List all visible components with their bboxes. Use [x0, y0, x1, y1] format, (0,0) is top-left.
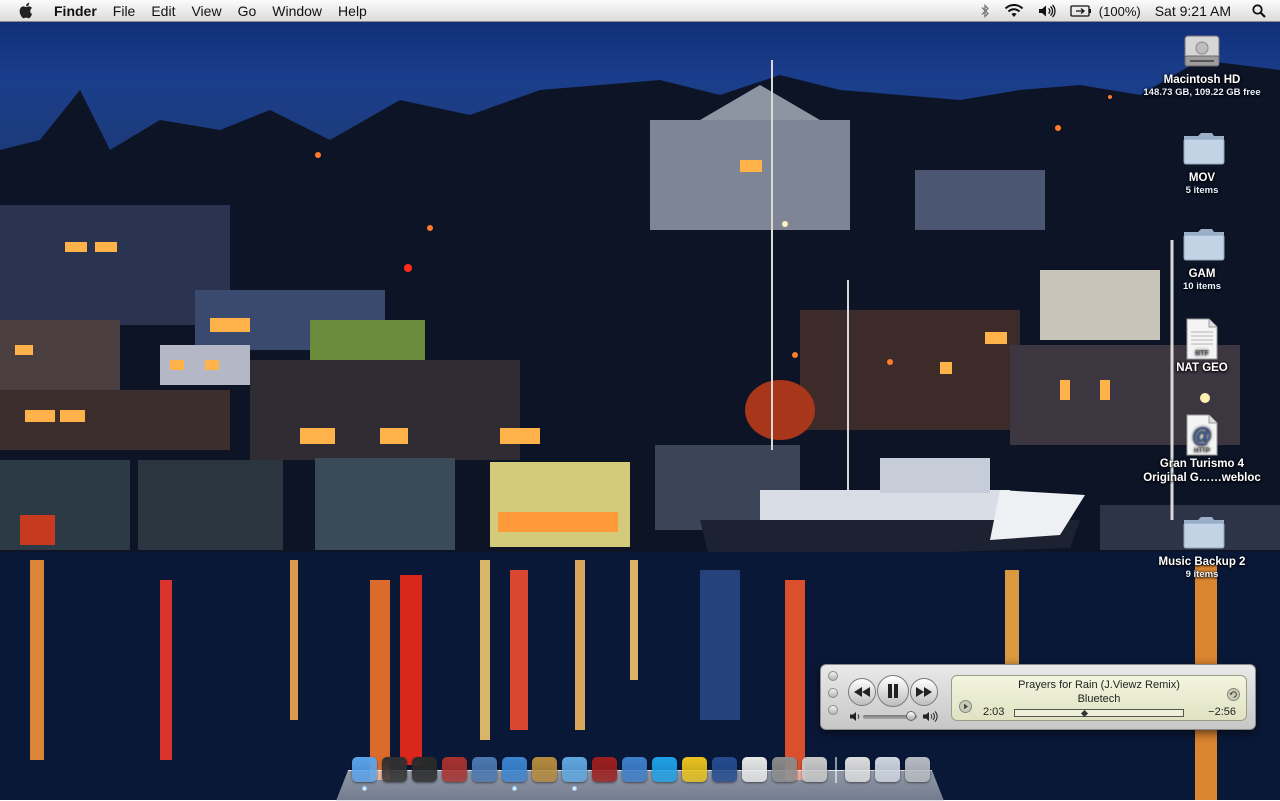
bluetooth-icon[interactable] [980, 4, 990, 18]
menu-window[interactable]: Window [264, 0, 330, 22]
desktop-icon-label: GAM [1188, 268, 1216, 280]
rtf-badge-text: RTF [1195, 350, 1208, 357]
progress-marker[interactable] [1080, 709, 1088, 718]
desktop-icon-macintosh-hd[interactable]: Macintosh HD 148.73 GB, 109.22 GB free [1132, 30, 1272, 99]
running-indicator [572, 786, 577, 791]
dock-items [352, 757, 930, 791]
menu-bar: Finder File Edit View Go Window Help (10… [0, 0, 1280, 22]
minimize-window-button[interactable] [828, 688, 838, 698]
dock-iphoto[interactable] [532, 757, 557, 782]
dock-system-preferences[interactable] [772, 757, 797, 782]
menu-view[interactable]: View [183, 0, 229, 22]
menu-go[interactable]: Go [230, 0, 265, 22]
dock-google-earth[interactable] [712, 757, 737, 782]
desktop-icon-mov[interactable]: MOV 5 items [1132, 128, 1272, 197]
desktop-icon-label: NAT GEO [1176, 362, 1228, 374]
dock-finder[interactable] [352, 757, 377, 791]
dock-safari[interactable] [502, 757, 527, 791]
song-progress-bar[interactable] [1014, 709, 1184, 718]
pause-button[interactable] [877, 675, 909, 707]
now-playing-display: Prayers for Rain (J.Viewz Remix) Bluetec… [951, 675, 1247, 721]
desktop-icon-nat-geo[interactable]: RTF NAT GEO [1132, 318, 1272, 375]
song-artist: Bluetech [1077, 693, 1121, 705]
hard-drive-icon [1182, 30, 1222, 70]
running-indicator [512, 786, 517, 791]
svg-text:@: @ [1192, 425, 1212, 447]
itunes-mini-player: Prayers for Rain (J.Viewz Remix) Bluetec… [820, 664, 1256, 730]
volume-high-icon [923, 711, 938, 722]
menu-edit[interactable]: Edit [143, 0, 183, 22]
folder-icon [1182, 224, 1225, 264]
menu-file[interactable]: File [105, 0, 144, 22]
rewind-icon [854, 687, 870, 697]
volume-slider-knob[interactable] [905, 711, 916, 721]
folder-icon [1182, 128, 1225, 168]
dock [336, 757, 944, 801]
volume-slider[interactable] [863, 711, 917, 721]
dock-adium[interactable] [682, 757, 707, 782]
desktop-icon-label: Gran Turismo 4 [1159, 458, 1245, 470]
folder-icon [1182, 512, 1225, 552]
dock-dictionary[interactable] [442, 757, 467, 782]
desktop-icon-info: 5 items [1185, 185, 1219, 196]
rtf-document-icon: RTF [1182, 318, 1222, 360]
volume-low-icon [850, 712, 860, 721]
http-badge-text: HTTP [1194, 448, 1210, 454]
desktop-icon-info: 148.73 GB, 109.22 GB free [1143, 87, 1261, 98]
running-indicator [362, 786, 367, 791]
desktop-icon-info: 10 items [1182, 281, 1222, 292]
snapback-icon[interactable] [1227, 688, 1240, 701]
dock-preview[interactable] [472, 757, 497, 782]
desktop-icon-label: Music Backup 2 [1158, 556, 1246, 568]
desktop-icon-info: 9 items [1185, 569, 1219, 580]
previous-track-button[interactable] [848, 678, 876, 706]
desktop-icon-music-backup-2[interactable]: Music Backup 2 9 items [1132, 512, 1272, 581]
dock-skype[interactable] [652, 757, 677, 782]
dock-downloads-stack[interactable] [875, 757, 900, 782]
remaining-time: −2:56 [1208, 706, 1236, 718]
menu-app-finder[interactable]: Finder [46, 0, 105, 22]
fast-forward-icon [916, 687, 932, 697]
desktop-icon-label-line2: Original G……webloc [1143, 472, 1261, 484]
battery-icon[interactable] [1070, 5, 1092, 17]
desktop-icon-gran-turismo-webloc[interactable]: @ HTTP Gran Turismo 4 Original G……webloc [1132, 414, 1272, 485]
close-window-button[interactable] [828, 671, 838, 681]
desktop-icon-label: MOV [1188, 172, 1216, 184]
menu-help[interactable]: Help [330, 0, 375, 22]
speaker-icon[interactable] [1038, 4, 1056, 18]
pause-icon [888, 684, 898, 698]
dock-textedit[interactable] [742, 757, 767, 782]
wifi-icon[interactable] [1004, 4, 1024, 18]
battery-percentage: (100%) [1098, 3, 1141, 19]
dock-documents-stack[interactable] [845, 757, 870, 782]
dock-dashboard[interactable] [382, 757, 407, 782]
dock-separator [835, 757, 837, 783]
dock-time-machine[interactable] [412, 757, 437, 782]
dock-activity-monitor[interactable] [802, 757, 827, 782]
menu-extras: (100%) Sat 9:21 AM [973, 0, 1280, 22]
dock-trash[interactable] [905, 757, 930, 782]
webloc-icon: @ HTTP [1182, 414, 1222, 456]
elapsed-time: 2:03 [983, 706, 1005, 718]
desktop-icon-label: Macintosh HD [1163, 74, 1241, 86]
dock-photo-booth[interactable] [592, 757, 617, 782]
zoom-window-button[interactable] [828, 705, 838, 715]
menu-clock[interactable]: Sat 9:21 AM [1155, 3, 1231, 19]
dock-itunes[interactable] [562, 757, 587, 791]
next-track-button[interactable] [910, 678, 938, 706]
spotlight-icon[interactable] [1252, 4, 1266, 18]
dock-facetime-video[interactable] [622, 757, 647, 782]
desktop-icon-gam[interactable]: GAM 10 items [1132, 224, 1272, 293]
apple-icon[interactable] [16, 2, 34, 20]
song-title: Prayers for Rain (J.Viewz Remix) [1018, 679, 1180, 691]
